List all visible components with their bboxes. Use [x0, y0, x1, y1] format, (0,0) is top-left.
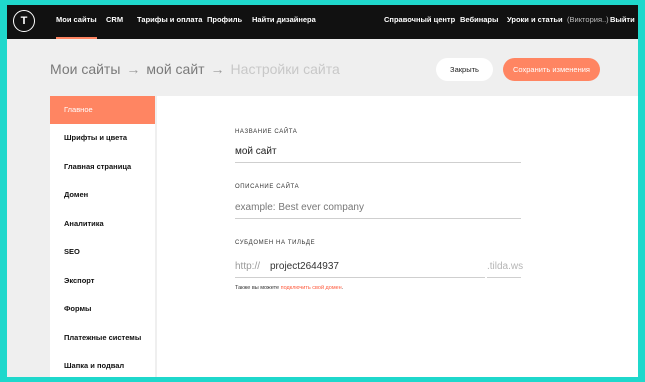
breadcrumb: Мои сайты → мой сайт → Настройки сайта: [50, 61, 340, 77]
nav-find-designer[interactable]: Найти дизайнера: [252, 5, 316, 39]
logout-link[interactable]: Выйти: [610, 5, 635, 39]
site-name-underline: [235, 162, 521, 163]
settings-sidebar: Главное Шрифты и цвета Главная страница …: [50, 96, 155, 377]
subdomain-input[interactable]: project2644937: [270, 261, 339, 272]
user-name[interactable]: (Виктория..): [567, 5, 609, 39]
site-description-input[interactable]: example: Best ever company: [235, 202, 364, 213]
subdomain-label: СУБДОМЕН НА ТИЛЬДЕ: [235, 240, 316, 246]
breadcrumb-site[interactable]: мой сайт: [146, 61, 204, 77]
sidebar-item-forms[interactable]: Формы: [50, 295, 155, 323]
nav-webinars[interactable]: Вебинары: [460, 5, 498, 39]
sidebar-item-main[interactable]: Главное: [50, 96, 155, 124]
save-changes-button[interactable]: Сохранить изменения: [503, 58, 600, 81]
nav-tariffs[interactable]: Тарифы и оплата: [137, 5, 202, 39]
site-name-input[interactable]: мой сайт: [235, 146, 277, 157]
breadcrumb-arrow-icon: →: [126, 61, 141, 77]
custom-domain-note: Также вы можете подключить свой домен.: [235, 285, 343, 291]
nav-my-sites[interactable]: Мои сайты: [56, 5, 97, 39]
site-name-label: НАЗВАНИЕ САЙТА: [235, 129, 298, 135]
settings-content: НАЗВАНИЕ САЙТА мой сайт ОПИСАНИЕ САЙТА e…: [157, 96, 638, 377]
top-navigation: T Мои сайты CRM Тарифы и оплата Профиль …: [7, 5, 638, 39]
breadcrumb-arrow-icon: →: [210, 61, 225, 77]
close-button[interactable]: Закрыть: [436, 58, 493, 81]
subdomain-underline: [235, 277, 485, 278]
subdomain-suffix-underline: [487, 277, 521, 278]
subdomain-suffix: .tilda.ws: [487, 261, 524, 272]
connect-domain-link[interactable]: подключить свой домен: [281, 285, 342, 291]
sidebar-item-seo[interactable]: SEO: [50, 238, 155, 266]
sidebar-item-analytics[interactable]: Аналитика: [50, 210, 155, 238]
nav-crm[interactable]: CRM: [106, 5, 123, 39]
app-window: T Мои сайты CRM Тарифы и оплата Профиль …: [7, 5, 638, 377]
site-description-underline: [235, 218, 521, 219]
sidebar-item-header-footer[interactable]: Шапка и подвал: [50, 352, 155, 377]
sidebar-item-domain[interactable]: Домен: [50, 181, 155, 209]
nav-help-center[interactable]: Справочный центр: [384, 5, 455, 39]
sidebar-item-fonts-colors[interactable]: Шрифты и цвета: [50, 124, 155, 152]
note-end: .: [341, 285, 344, 291]
subdomain-prefix: http://: [235, 261, 261, 272]
sidebar-item-export[interactable]: Экспорт: [50, 267, 155, 295]
sidebar-item-payment-systems[interactable]: Платежные системы: [50, 324, 155, 352]
breadcrumb-my-sites[interactable]: Мои сайты: [50, 61, 120, 77]
site-description-label: ОПИСАНИЕ САЙТА: [235, 184, 300, 190]
nav-profile[interactable]: Профиль: [207, 5, 242, 39]
tilda-logo-icon[interactable]: T: [13, 10, 35, 32]
breadcrumb-current: Настройки сайта: [230, 61, 340, 77]
note-text: Также вы можете: [235, 285, 281, 291]
nav-lessons[interactable]: Уроки и статьи: [507, 5, 563, 39]
sidebar-item-home-page[interactable]: Главная страница: [50, 153, 155, 181]
